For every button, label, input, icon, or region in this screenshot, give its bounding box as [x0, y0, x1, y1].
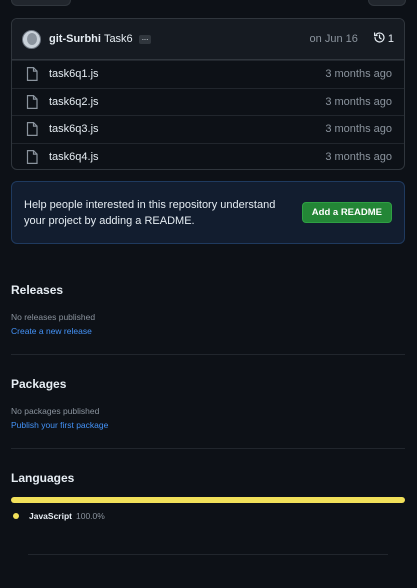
file-icon — [26, 149, 38, 164]
language-bar — [11, 497, 405, 503]
commit-message[interactable]: Task6 — [104, 33, 133, 45]
language-name: JavaScript — [29, 511, 72, 521]
commit-author[interactable]: git-Surbhi — [49, 33, 101, 45]
commit-history-button[interactable]: 1 — [373, 31, 394, 47]
commit-expand-button[interactable]: ... — [138, 33, 152, 44]
latest-commit-row: git-Surbhi Task6 ... on Jun 16 1 — [12, 19, 404, 60]
language-item[interactable]: JavaScript 100.0% — [13, 511, 105, 521]
readme-prompt: Help people interested in this repositor… — [11, 181, 405, 244]
file-age: 3 months ago — [325, 123, 392, 136]
history-icon — [373, 31, 386, 47]
languages-heading: Languages — [11, 471, 75, 485]
file-name[interactable]: task6q3.js — [49, 123, 99, 135]
file-icon — [26, 122, 38, 137]
divider — [11, 448, 405, 449]
file-icon — [26, 67, 38, 82]
language-percent: 100.0% — [76, 511, 105, 521]
divider — [11, 354, 405, 355]
file-age: 3 months ago — [325, 95, 392, 108]
file-row[interactable]: task6q3.js 3 months ago — [12, 115, 404, 143]
file-list: git-Surbhi Task6 ... on Jun 16 1 task6q1… — [11, 18, 405, 170]
releases-empty-text: No releases published — [11, 312, 96, 322]
top-left-button[interactable] — [11, 0, 71, 6]
top-right-button[interactable] — [368, 0, 406, 6]
file-row[interactable]: task6q2.js 3 months ago — [12, 87, 404, 116]
readme-prompt-text: Help people interested in this repositor… — [24, 198, 276, 227]
add-readme-button[interactable]: Add a README — [301, 202, 392, 223]
language-color-dot — [13, 513, 19, 519]
avatar[interactable] — [22, 29, 41, 49]
file-row[interactable]: task6q1.js 3 months ago — [12, 60, 404, 88]
file-row[interactable]: task6q4.js 3 months ago — [12, 142, 404, 170]
commit-count: 1 — [387, 33, 394, 45]
packages-heading[interactable]: Packages — [11, 377, 66, 391]
releases-heading[interactable]: Releases — [11, 283, 63, 297]
file-icon — [26, 94, 38, 109]
file-age: 3 months ago — [325, 68, 392, 81]
create-release-link[interactable]: Create a new release — [11, 326, 92, 336]
file-name[interactable]: task6q2.js — [49, 96, 99, 108]
packages-empty-text: No packages published — [11, 406, 100, 416]
file-name[interactable]: task6q4.js — [49, 151, 99, 163]
divider — [28, 554, 388, 555]
file-age: 3 months ago — [325, 150, 392, 163]
publish-package-link[interactable]: Publish your first package — [11, 420, 108, 430]
file-name[interactable]: task6q1.js — [49, 68, 99, 80]
commit-date: on Jun 16 — [309, 33, 358, 45]
